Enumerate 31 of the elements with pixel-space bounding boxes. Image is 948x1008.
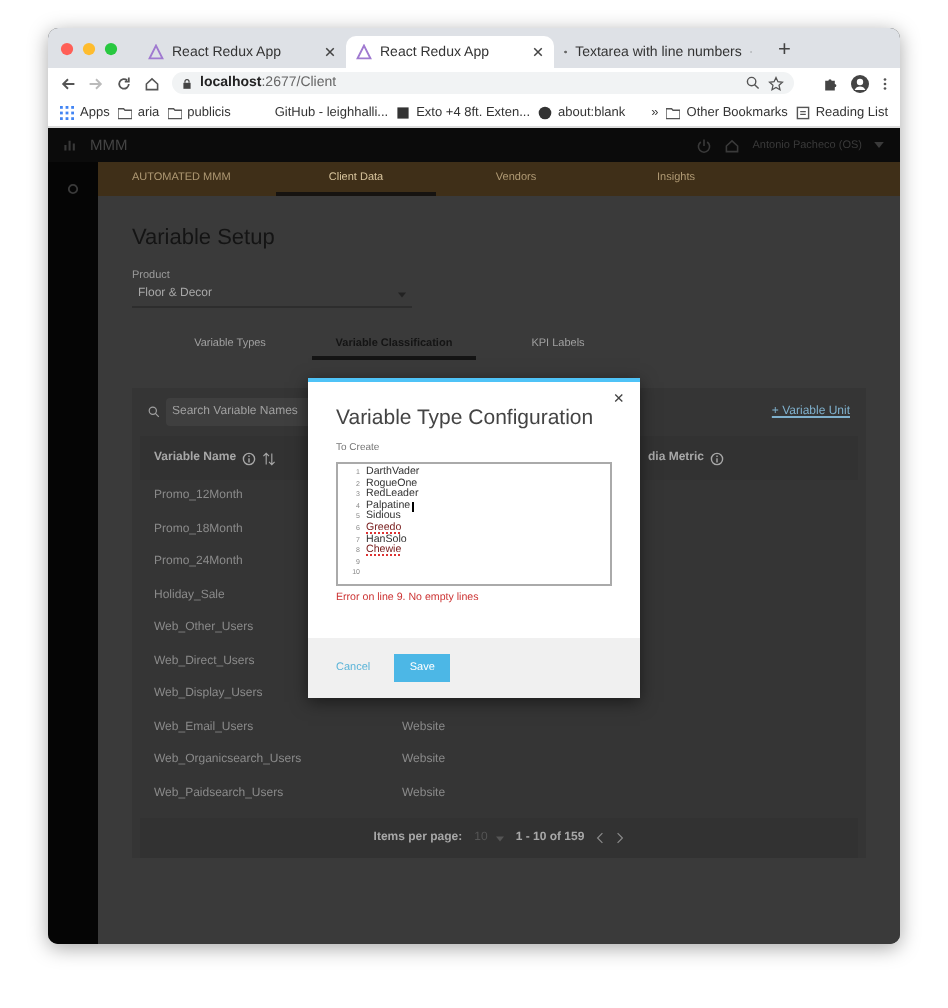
sort-icon[interactable] [262, 451, 277, 465]
text-cursor [411, 502, 413, 513]
info-icon[interactable] [242, 451, 257, 465]
minimize-dot-icon[interactable] [82, 41, 96, 55]
triangle-icon [148, 44, 164, 60]
back-arrow-icon[interactable] [60, 75, 76, 91]
folder-icon [666, 105, 681, 119]
new-tab-button[interactable]: + [778, 38, 791, 62]
menu-icon[interactable] [882, 75, 888, 91]
apps-grid-icon [60, 105, 74, 119]
search-icon [148, 406, 160, 418]
zoom-dot-icon[interactable] [104, 41, 118, 55]
zoom-icon[interactable] [746, 76, 760, 90]
close-dot-icon[interactable] [60, 41, 74, 55]
triangle-icon [356, 44, 372, 60]
folder-icon [167, 105, 182, 119]
square-icon [396, 105, 411, 119]
folder-icon [117, 105, 132, 119]
lock-icon [182, 77, 192, 89]
info-icon[interactable] [710, 451, 724, 465]
reload-icon[interactable] [116, 75, 132, 91]
next-page-icon[interactable] [616, 832, 625, 844]
close-button[interactable]: × [613, 390, 624, 408]
account-icon[interactable] [850, 73, 870, 93]
bar-chart-icon [64, 138, 78, 152]
list-icon [795, 105, 810, 119]
caret-icon [495, 835, 504, 841]
puzzle-icon[interactable] [822, 75, 838, 91]
previous-page-icon[interactable] [596, 832, 605, 844]
star-icon[interactable] [768, 75, 784, 91]
home-icon[interactable] [144, 75, 160, 91]
